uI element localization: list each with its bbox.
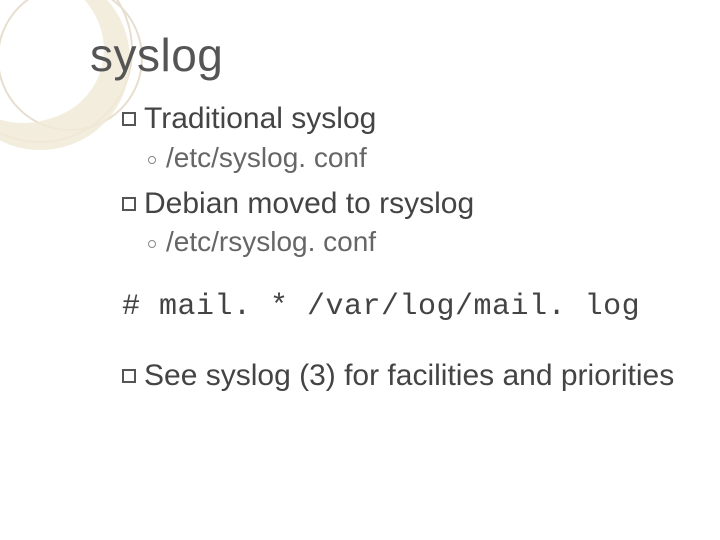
bullet-text: See syslog (3) for facilities and priori… — [144, 359, 674, 392]
code-example: # mail. * /var/log/mail. log — [122, 289, 720, 327]
sub-bullet-item: /etc/rsyslog. conf — [148, 224, 720, 259]
slide-title: syslog — [90, 28, 720, 82]
bullet-item: Traditional syslog — [122, 100, 720, 138]
square-bullet-icon — [122, 197, 136, 211]
bullet-text: Traditional syslog — [144, 102, 376, 135]
slide: syslog Traditional syslog /etc/syslog. c… — [0, 0, 720, 540]
circle-bullet-icon — [148, 156, 156, 164]
bullet-text: Debian moved to rsyslog — [144, 187, 474, 220]
square-bullet-icon — [122, 369, 136, 383]
slide-body: Traditional syslog /etc/syslog. conf Deb… — [90, 100, 720, 394]
sub-bullet-text: /etc/rsyslog. conf — [166, 226, 376, 257]
square-bullet-icon — [122, 112, 136, 126]
bullet-item: See syslog (3) for facilities and priori… — [122, 357, 720, 395]
bullet-item: Debian moved to rsyslog — [122, 185, 720, 223]
sub-bullet-text: /etc/syslog. conf — [166, 142, 367, 173]
circle-bullet-icon — [148, 240, 156, 248]
sub-bullet-item: /etc/syslog. conf — [148, 140, 720, 175]
